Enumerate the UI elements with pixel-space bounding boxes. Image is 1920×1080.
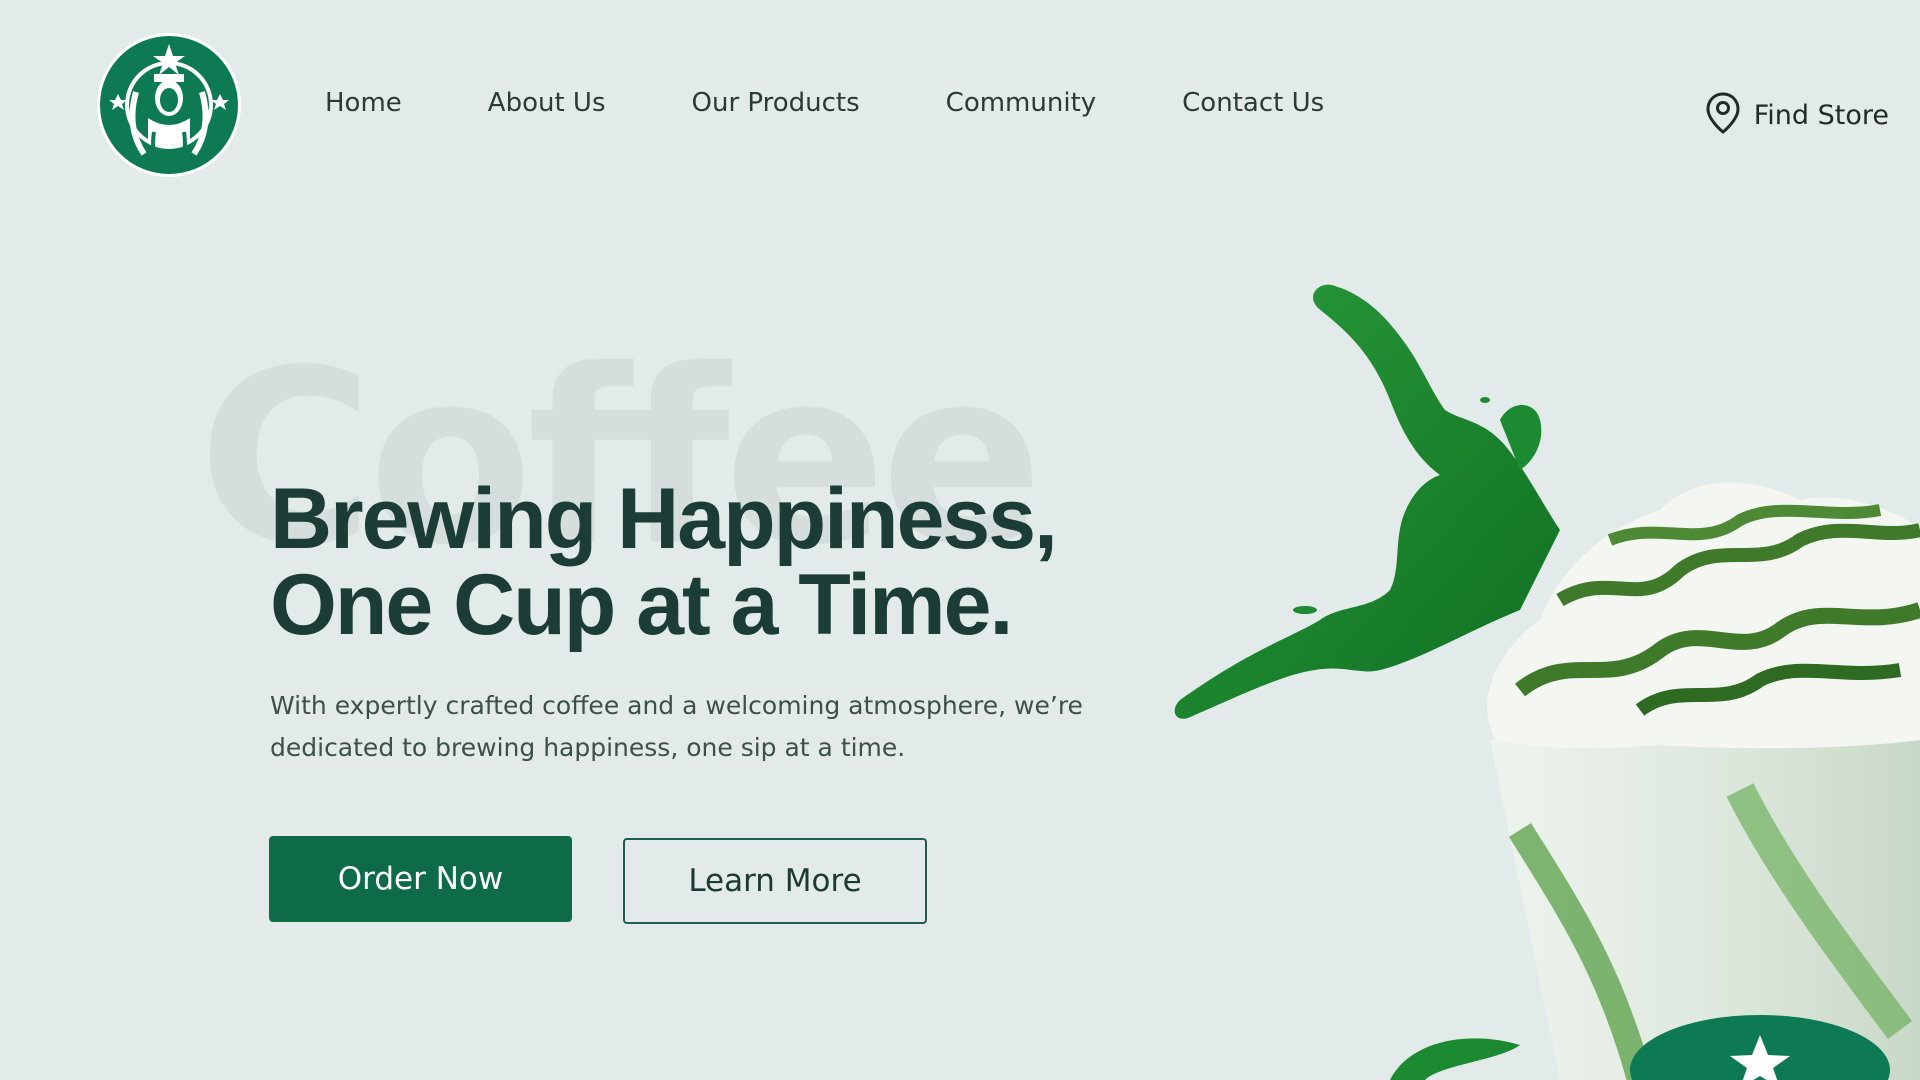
- hero-headline: Brewing Happiness, One Cup at a Time.: [270, 476, 1170, 648]
- find-store-label: Find Store: [1753, 100, 1889, 131]
- map-pin-icon: [1706, 92, 1740, 139]
- nav-contact-us[interactable]: Contact Us: [1182, 88, 1324, 118]
- find-store-link[interactable]: Find Store: [1706, 92, 1889, 139]
- siren-logo-icon[interactable]: [96, 32, 242, 178]
- learn-more-button[interactable]: Learn More: [623, 838, 927, 924]
- nav-community[interactable]: Community: [946, 88, 1096, 118]
- hero-description-line-2: dedicated to brewing happiness, one sip …: [270, 733, 906, 762]
- hero-description: With expertly crafted coffee and a welco…: [270, 685, 1130, 769]
- landing-page: Home About Us Our Products Community Con…: [0, 0, 1920, 1080]
- hero-description-line-1: With expertly crafted coffee and a welco…: [270, 691, 1083, 720]
- matcha-frappuccino-splash-image: [1140, 270, 1920, 1080]
- nav-about-us[interactable]: About Us: [488, 88, 606, 118]
- nav-home[interactable]: Home: [325, 88, 402, 118]
- hero-headline-line-2: One Cup at a Time.: [270, 557, 1013, 653]
- hero-headline-line-1: Brewing Happiness,: [270, 471, 1058, 567]
- order-now-button[interactable]: Order Now: [269, 836, 572, 922]
- nav-our-products[interactable]: Our Products: [692, 88, 860, 118]
- main-nav: Home About Us Our Products Community Con…: [325, 88, 1324, 118]
